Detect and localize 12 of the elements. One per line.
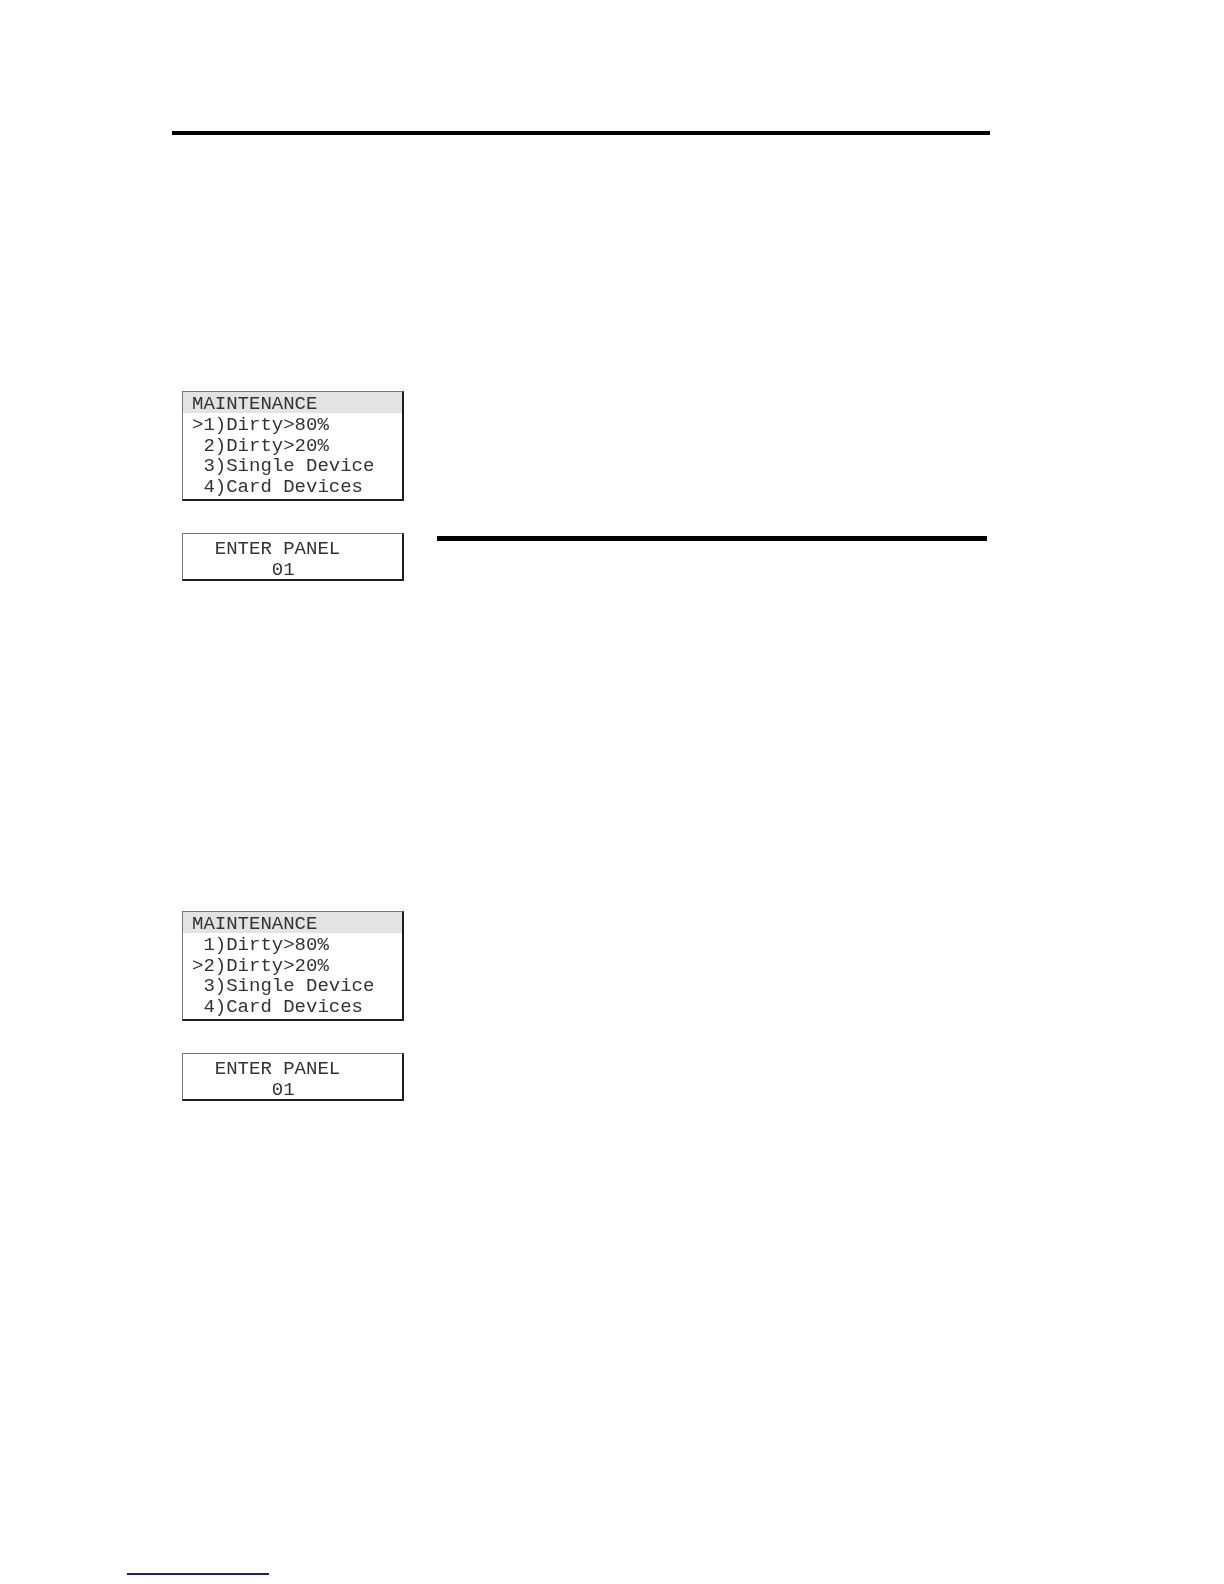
menu-item: 2)Dirty>20% — [203, 955, 329, 977]
selection-cursor: > — [192, 414, 204, 436]
prompt-text: ENTER PANEL — [214, 538, 341, 560]
menu-item: 2)Dirty>20% — [203, 435, 329, 457]
panel-number-value: 01 — [271, 558, 295, 581]
panel-number-value: 01 — [271, 1078, 295, 1101]
menu-item: 3)Single Device — [203, 976, 375, 998]
selection-cursor: > — [192, 954, 204, 977]
menu-title: MAINTENANCE — [183, 392, 402, 413]
prompt-text: ENTER PANEL — [214, 1058, 341, 1080]
menu-title: MAINTENANCE — [183, 912, 402, 933]
menu-item: 3)Single Device — [203, 456, 375, 478]
